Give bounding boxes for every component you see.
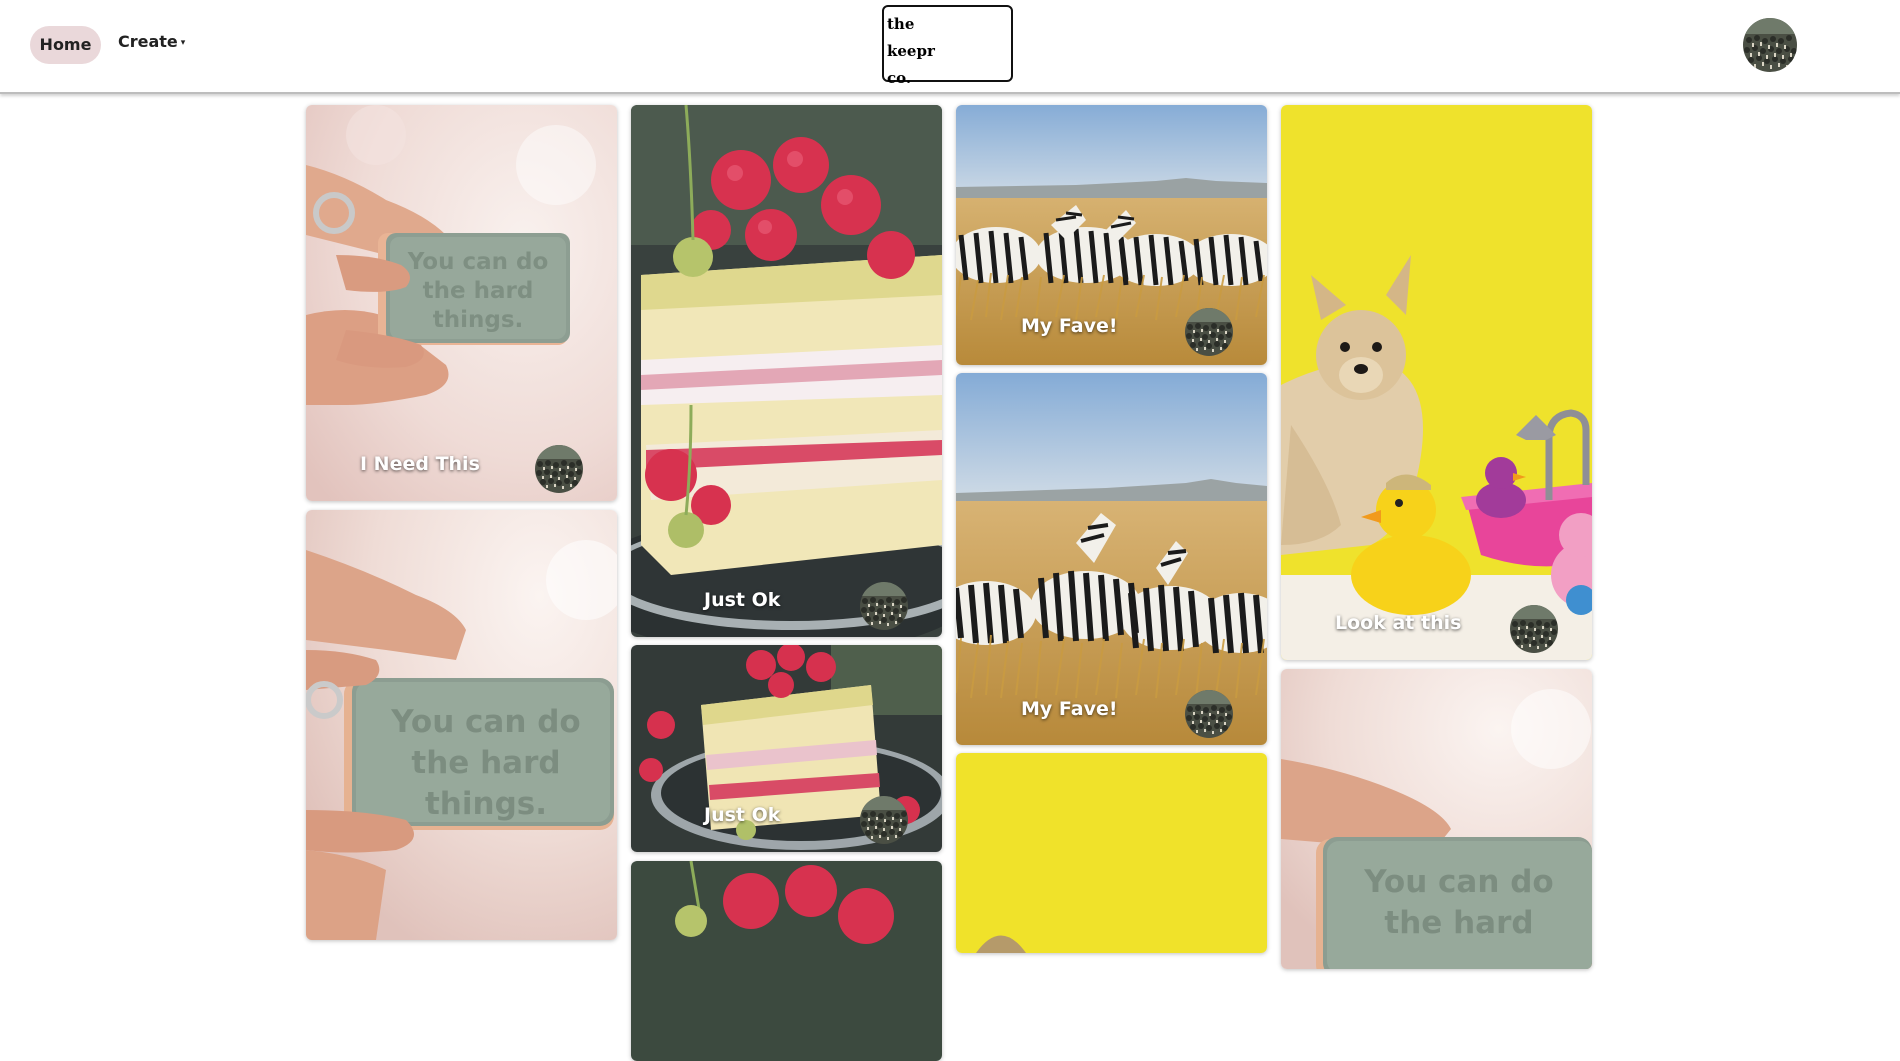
keep-card[interactable] [631, 861, 942, 1061]
svg-text:things.: things. [425, 786, 547, 822]
home-button[interactable]: Home [30, 26, 101, 64]
card-title: My Fave! [1021, 315, 1118, 337]
keep-card[interactable]: My Fave! [956, 373, 1267, 745]
soap-bar-image: You can do the hard [1281, 669, 1592, 969]
card-title: My Fave! [1021, 698, 1118, 720]
creator-avatar[interactable] [860, 582, 908, 630]
svg-text:the hard: the hard [423, 278, 534, 304]
keep-card[interactable]: Just Ok [631, 645, 942, 852]
user-avatar[interactable] [1743, 18, 1797, 72]
soap-bar-image: You can do the hard things. [306, 105, 617, 501]
keep-card[interactable]: You can do the hard things. I Need This [306, 105, 617, 501]
card-title: I Need This [360, 453, 480, 475]
keep-card[interactable]: You can do the hard things. [306, 510, 617, 940]
keep-card[interactable]: Just Ok [631, 105, 942, 637]
caret-down-icon: ▾ [180, 37, 186, 48]
keep-card[interactable] [956, 753, 1267, 953]
creator-avatar[interactable] [1185, 690, 1233, 738]
svg-text:things.: things. [433, 307, 524, 333]
svg-text:You can do: You can do [390, 704, 580, 740]
create-dropdown[interactable]: Create ▾ [118, 30, 185, 54]
raspberry-cake-image [631, 105, 942, 637]
site-logo[interactable]: the keepr co. [882, 5, 1013, 87]
top-navbar: Home Create ▾ the keepr co. [0, 0, 1900, 94]
creator-avatar[interactable] [1185, 308, 1233, 356]
yellow-background-image [956, 753, 1267, 953]
keep-card[interactable]: My Fave! [956, 105, 1267, 365]
creator-avatar[interactable] [860, 796, 908, 844]
card-title: Look at this [1335, 612, 1462, 634]
create-label: Create [118, 32, 178, 51]
svg-text:You can do: You can do [407, 249, 549, 275]
svg-text:the hard: the hard [1384, 905, 1533, 941]
svg-text:You can do: You can do [1363, 864, 1553, 900]
creator-avatar[interactable] [1510, 605, 1558, 653]
logo-line: co. [887, 69, 912, 87]
keep-card[interactable]: Look at this [1281, 105, 1592, 660]
logo-line: keepr [887, 42, 935, 60]
svg-text:the hard: the hard [411, 745, 560, 781]
card-title: Just Ok [704, 804, 781, 826]
keep-card[interactable]: You can do the hard [1281, 669, 1592, 969]
soap-bar-image: You can do the hard things. [306, 510, 617, 940]
creator-avatar[interactable] [535, 445, 583, 493]
dog-rubber-ducks-image [1281, 105, 1592, 660]
card-title: Just Ok [704, 589, 781, 611]
raspberry-cake-image [631, 861, 942, 1061]
logo-line: the [887, 15, 915, 33]
